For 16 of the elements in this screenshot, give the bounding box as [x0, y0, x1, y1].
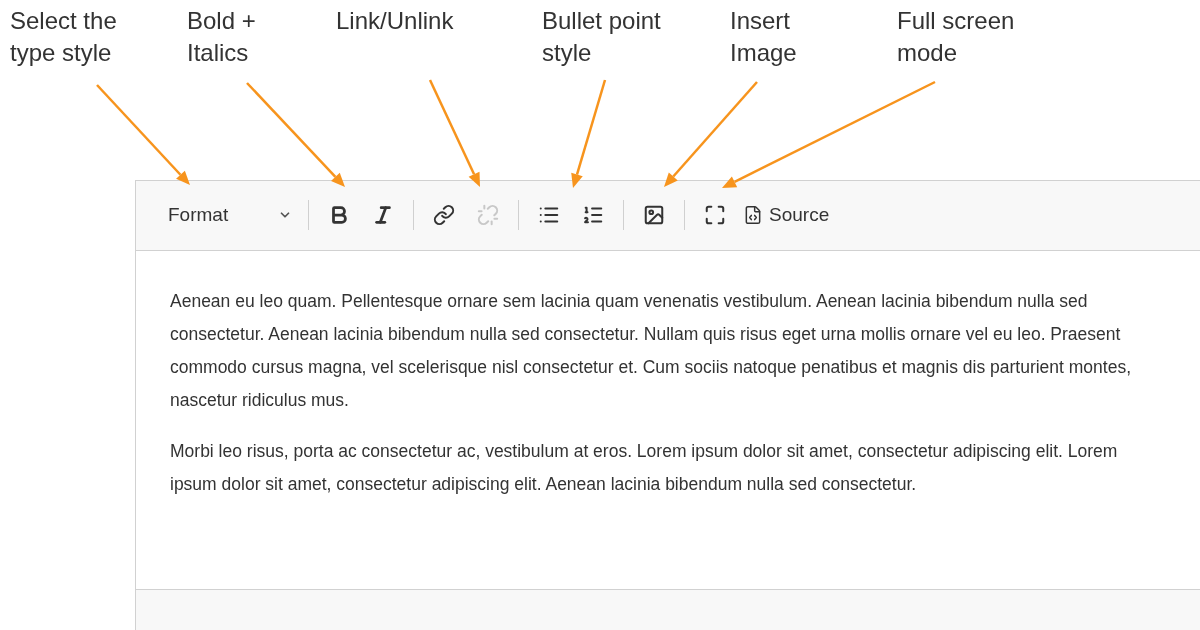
- italic-icon: [372, 204, 394, 227]
- source-button[interactable]: Source: [737, 198, 836, 233]
- image-icon: [643, 204, 665, 227]
- unlink-icon: [477, 204, 499, 227]
- annotation-label: Bold + Italics: [187, 6, 256, 68]
- format-dropdown[interactable]: Format: [160, 198, 300, 233]
- annotation-label: Insert Image: [730, 6, 797, 68]
- annotation-label: Link/Unlink: [336, 6, 454, 36]
- annotation-label: Bullet point style: [542, 6, 661, 68]
- annotation-label: Full screen mode: [897, 6, 1015, 68]
- maximize-icon: [704, 204, 726, 227]
- link-icon: [433, 204, 455, 227]
- paragraph: Morbi leo risus, porta ac consectetur ac, vestibulum at eros. Lorem ipsum dolor sit amet, consectetur adipiscing elit. Lorem ipsum dolor sit amet, consectetur adipiscing elit. Aenean lacinia bibendum nulla sed consectetur.: [170, 439, 1119, 496]
- annotation-label: Select the type style: [10, 6, 117, 68]
- code-file-icon: [743, 205, 763, 226]
- paragraph: Aenean eu leo quam. Pellentesque ornare sem lacinia quam venenatis vestibulum. Aenean lacinia bibendum nulla sed consectetur. Aenean lacinia bibendum nulla sed consectetur. Nullam quis risus eget urna mollis ornare vel eu leo. Praesent commodo cursus magna, vel scelerisque nisl consectetur et. Cum sociis natoque penatibus et magnis dis parturient montes, nascetur ridiculus mus.: [170, 289, 1133, 412]
